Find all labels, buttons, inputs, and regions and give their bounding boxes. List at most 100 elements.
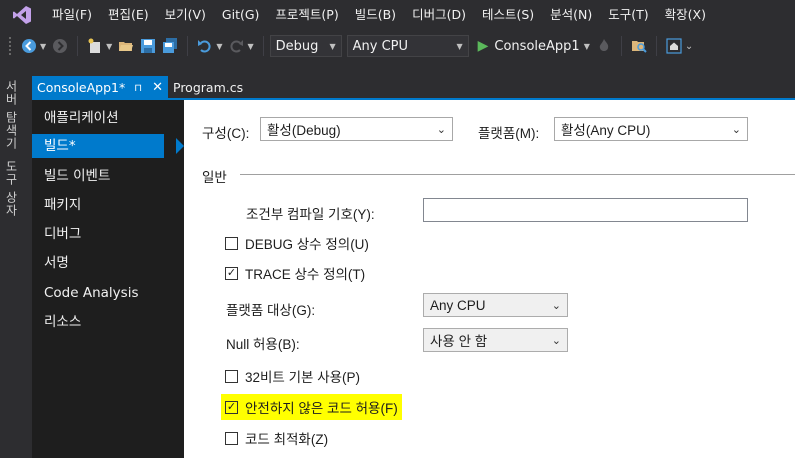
chevron-down-icon: ⌄ [551, 299, 561, 312]
menu-build[interactable]: 빌드(B) [347, 0, 404, 30]
toolbar-separator [655, 36, 657, 56]
platform-target-label: 플랫폼 대상(G): [226, 303, 316, 318]
save-all-icon[interactable] [161, 35, 179, 57]
server-explorer-tab[interactable]: 서버 탐색기 [3, 80, 20, 150]
nullable-label: Null 허용(B): [226, 337, 300, 352]
solution-platform-select[interactable]: Any CPU ▼ [346, 35, 469, 57]
menu-test[interactable]: 테스트(S) [474, 0, 542, 30]
section-general-heading: 일반 [202, 170, 227, 185]
undo-dropdown-icon[interactable]: ▼ [216, 42, 222, 51]
toolbar-grip[interactable] [8, 36, 12, 56]
document-tab-bar: ConsoleApp1* ⊓ ✕ Program.cs [32, 76, 795, 98]
home-icon[interactable] [665, 35, 683, 57]
nav-item-resources[interactable]: 리소스 [32, 310, 164, 334]
toolbar-separator [187, 36, 189, 56]
optimize-code-label: 코드 최적화(Z) [245, 432, 329, 447]
save-icon[interactable] [139, 35, 157, 57]
hot-reload-icon[interactable] [595, 35, 613, 57]
start-debugging-button[interactable]: ▶ ConsoleApp1 [474, 35, 584, 57]
project-properties-nav: 애플리케이션 빌드* 빌드 이벤트 패키지 디버그 서명 Code Analys… [32, 100, 184, 458]
new-project-dropdown-icon[interactable]: ▼ [106, 42, 112, 51]
start-target-label: ConsoleApp1 [494, 38, 580, 54]
tab-program-cs-label: Program.cs [173, 79, 244, 95]
optimize-code-row[interactable]: 코드 최적화(Z) [225, 428, 328, 448]
solution-configuration-select[interactable]: Debug ▼ [269, 35, 342, 57]
undo-icon[interactable] [196, 35, 214, 57]
chevron-down-icon: ▼ [329, 41, 336, 51]
start-dropdown-icon[interactable]: ▼ [584, 42, 590, 51]
close-icon[interactable]: ✕ [152, 80, 163, 95]
nav-item-build-events[interactable]: 빌드 이벤트 [32, 164, 164, 188]
menu-analyze[interactable]: 분석(N) [542, 0, 600, 30]
redo-dropdown-icon[interactable]: ▼ [247, 42, 253, 51]
find-in-files-icon[interactable] [630, 35, 648, 57]
allow-unsafe-label: 안전하지 않은 코드 허용(F) [245, 401, 398, 416]
nullable-value: 사용 안 함 [430, 334, 488, 349]
prefer-32bit-checkbox[interactable] [225, 369, 238, 383]
optimize-code-checkbox[interactable] [225, 431, 238, 445]
menu-edit[interactable]: 편집(E) [100, 0, 157, 30]
platform-value: 활성(Any CPU) [561, 123, 651, 138]
chevron-down-icon: ⌄ [551, 334, 561, 347]
section-divider [240, 174, 795, 175]
configuration-select[interactable]: 활성(Debug) ⌄ [260, 117, 453, 141]
menu-view[interactable]: 보기(V) [157, 0, 214, 30]
nullable-select[interactable]: 사용 안 함 ⌄ [423, 328, 568, 352]
nav-item-signing[interactable]: 서명 [32, 251, 164, 275]
back-icon[interactable] [20, 35, 38, 57]
menu-git[interactable]: Git(G) [214, 0, 268, 30]
pin-icon[interactable]: ⊓ [134, 83, 142, 94]
platform-target-select[interactable]: Any CPU ⌄ [423, 293, 568, 317]
conditional-symbols-input[interactable] [423, 198, 748, 222]
back-dropdown-icon[interactable]: ▼ [40, 42, 46, 51]
define-trace-row[interactable]: ✓ TRACE 상수 정의(T) [225, 263, 365, 283]
platform-target-value: Any CPU [430, 297, 486, 313]
solution-configuration-value: Debug [275, 38, 319, 54]
allow-unsafe-row[interactable]: ✓ 안전하지 않은 코드 허용(F) [221, 394, 402, 420]
nav-selection-arrow [176, 138, 184, 154]
nav-item-debug[interactable]: 디버그 [32, 222, 164, 246]
nav-item-package[interactable]: 패키지 [32, 193, 164, 217]
allow-unsafe-checkbox[interactable]: ✓ [225, 400, 238, 414]
toolbar-separator [262, 36, 264, 56]
menu-bar: 파일(F) 편집(E) 보기(V) Git(G) 프로젝트(P) 빌드(B) 디… [0, 0, 795, 30]
toolbar: ▼ ▼ ▼ ▼ Debug ▼ Any CPU ▼ ▶ ConsoleApp1 … [0, 30, 795, 62]
define-trace-checkbox[interactable]: ✓ [225, 266, 238, 280]
toolbox-tab[interactable]: 도구 상자 [3, 160, 20, 217]
solution-platform-value: Any CPU [352, 38, 409, 54]
toolbar-overflow-icon[interactable]: ⌄ [685, 41, 693, 52]
menu-tools[interactable]: 도구(T) [600, 0, 656, 30]
tab-consoleapp1-label: ConsoleApp1* [37, 79, 126, 95]
nav-item-code-analysis[interactable]: Code Analysis [32, 281, 164, 305]
nav-item-build[interactable]: 빌드* [32, 134, 164, 158]
define-trace-label: TRACE 상수 정의(T) [245, 267, 366, 282]
new-project-icon[interactable] [86, 35, 104, 57]
chevron-down-icon: ▼ [456, 41, 463, 51]
platform-label: 플랫폼(M): [478, 126, 540, 141]
configuration-label: 구성(C): [202, 126, 250, 141]
open-folder-icon[interactable] [117, 35, 135, 57]
menu-file[interactable]: 파일(F) [44, 0, 100, 30]
nav-item-application[interactable]: 애플리케이션 [32, 106, 164, 130]
menu-extensions[interactable]: 확장(X) [657, 0, 714, 30]
platform-select[interactable]: 활성(Any CPU) ⌄ [554, 117, 748, 141]
tab-program-cs[interactable]: Program.cs [168, 76, 248, 98]
visual-studio-logo-icon[interactable] [0, 0, 44, 30]
chevron-down-icon: ⌄ [436, 123, 446, 136]
chevron-down-icon: ⌄ [731, 123, 741, 136]
define-debug-label: DEBUG 상수 정의(U) [245, 237, 369, 252]
menu-debug[interactable]: 디버그(D) [404, 0, 474, 30]
define-debug-row[interactable]: DEBUG 상수 정의(U) [225, 233, 369, 253]
configuration-value: 활성(Debug) [267, 123, 341, 138]
redo-icon[interactable] [227, 35, 245, 57]
toolbar-separator [620, 36, 622, 56]
define-debug-checkbox[interactable] [225, 236, 238, 250]
side-tool-rail: 서버 탐색기 도구 상자 [0, 76, 26, 458]
conditional-symbols-label: 조건부 컴파일 기호(Y): [246, 207, 375, 222]
prefer-32bit-label: 32비트 기본 사용(P) [245, 370, 361, 385]
menu-project[interactable]: 프로젝트(P) [267, 0, 346, 30]
tab-consoleapp1[interactable]: ConsoleApp1* ⊓ ✕ [32, 76, 168, 98]
build-properties-panel: 구성(C): 활성(Debug) ⌄ 플랫폼(M): 활성(Any CPU) ⌄… [184, 100, 795, 458]
forward-icon[interactable] [51, 35, 69, 57]
prefer-32bit-row[interactable]: 32비트 기본 사용(P) [225, 366, 360, 386]
